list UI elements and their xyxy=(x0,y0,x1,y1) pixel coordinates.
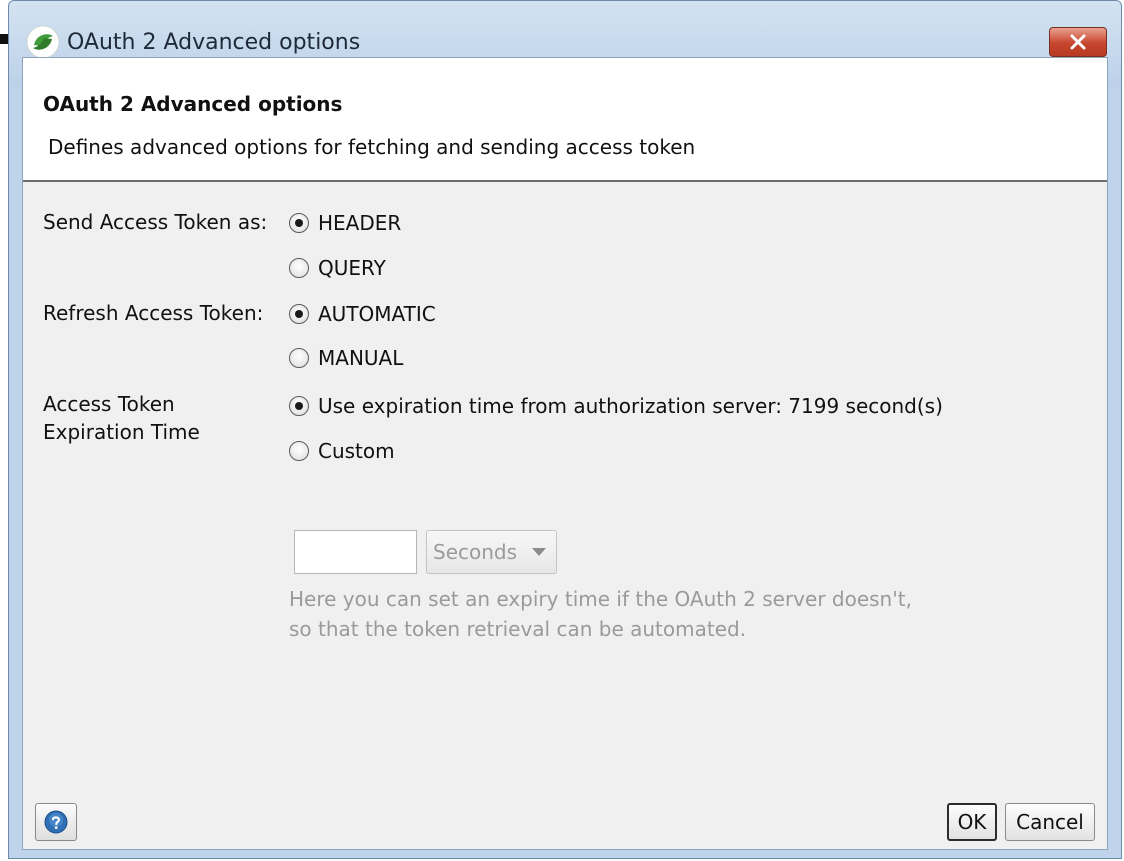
help-button[interactable] xyxy=(35,803,77,841)
radio-header[interactable]: HEADER xyxy=(289,211,401,235)
radio-automatic-indicator xyxy=(289,304,309,324)
header-title: OAuth 2 Advanced options xyxy=(43,92,343,116)
expiration-label: Access Token Expiration Time xyxy=(43,390,200,446)
refresh-token-label: Refresh Access Token: xyxy=(43,301,264,325)
soapui-logo-icon xyxy=(26,25,60,59)
hint-line1: Here you can set an expiry time if the O… xyxy=(289,587,912,611)
radio-manual-indicator xyxy=(289,348,309,368)
radio-custom-indicator xyxy=(289,441,309,461)
radio-selected-dot xyxy=(295,310,303,318)
chevron-down-icon xyxy=(532,548,546,556)
hint-line2: so that the token retrieval can be autom… xyxy=(289,617,747,641)
radio-automatic-label: AUTOMATIC xyxy=(318,302,436,326)
radio-server-expiration-indicator xyxy=(289,396,309,416)
expiry-unit-select[interactable]: Seconds xyxy=(426,530,557,574)
custom-expiry-input[interactable] xyxy=(294,530,417,574)
radio-server-expiration-label: Use expiration time from authorization s… xyxy=(318,394,943,418)
radio-query-label: QUERY xyxy=(318,256,386,280)
radio-selected-dot xyxy=(295,219,303,227)
dialog-body: OAuth 2 Advanced options Defines advance… xyxy=(22,57,1108,850)
dialog-window: OAuth 2 Advanced options OAuth 2 Advance… xyxy=(8,0,1122,859)
send-token-label: Send Access Token as: xyxy=(43,210,268,234)
custom-expiry-hint: Here you can set an expiry time if the O… xyxy=(289,584,989,644)
radio-manual-label: MANUAL xyxy=(318,346,404,370)
radio-query-indicator xyxy=(289,258,309,278)
radio-selected-dot xyxy=(295,402,303,410)
close-button[interactable] xyxy=(1049,27,1107,57)
cancel-button[interactable]: Cancel xyxy=(1005,803,1095,841)
radio-manual[interactable]: MANUAL xyxy=(289,346,403,370)
expiry-unit-value: Seconds xyxy=(433,540,518,564)
radio-custom[interactable]: Custom xyxy=(289,439,395,463)
expiration-label-line1: Access Token xyxy=(43,392,175,416)
ok-button[interactable]: OK xyxy=(947,803,997,841)
radio-header-indicator xyxy=(289,213,309,233)
window-title: OAuth 2 Advanced options xyxy=(67,30,361,55)
close-icon xyxy=(1070,34,1086,50)
radio-query[interactable]: QUERY xyxy=(289,256,386,280)
expiration-label-line2: Expiration Time xyxy=(43,420,200,444)
radio-automatic[interactable]: AUTOMATIC xyxy=(289,302,436,326)
radio-custom-label: Custom xyxy=(318,439,395,463)
header-description: Defines advanced options for fetching an… xyxy=(48,135,696,159)
radio-header-label: HEADER xyxy=(318,211,402,235)
header-panel: OAuth 2 Advanced options Defines advance… xyxy=(23,58,1107,182)
radio-server-expiration[interactable]: Use expiration time from authorization s… xyxy=(289,394,943,418)
help-icon xyxy=(44,810,68,834)
